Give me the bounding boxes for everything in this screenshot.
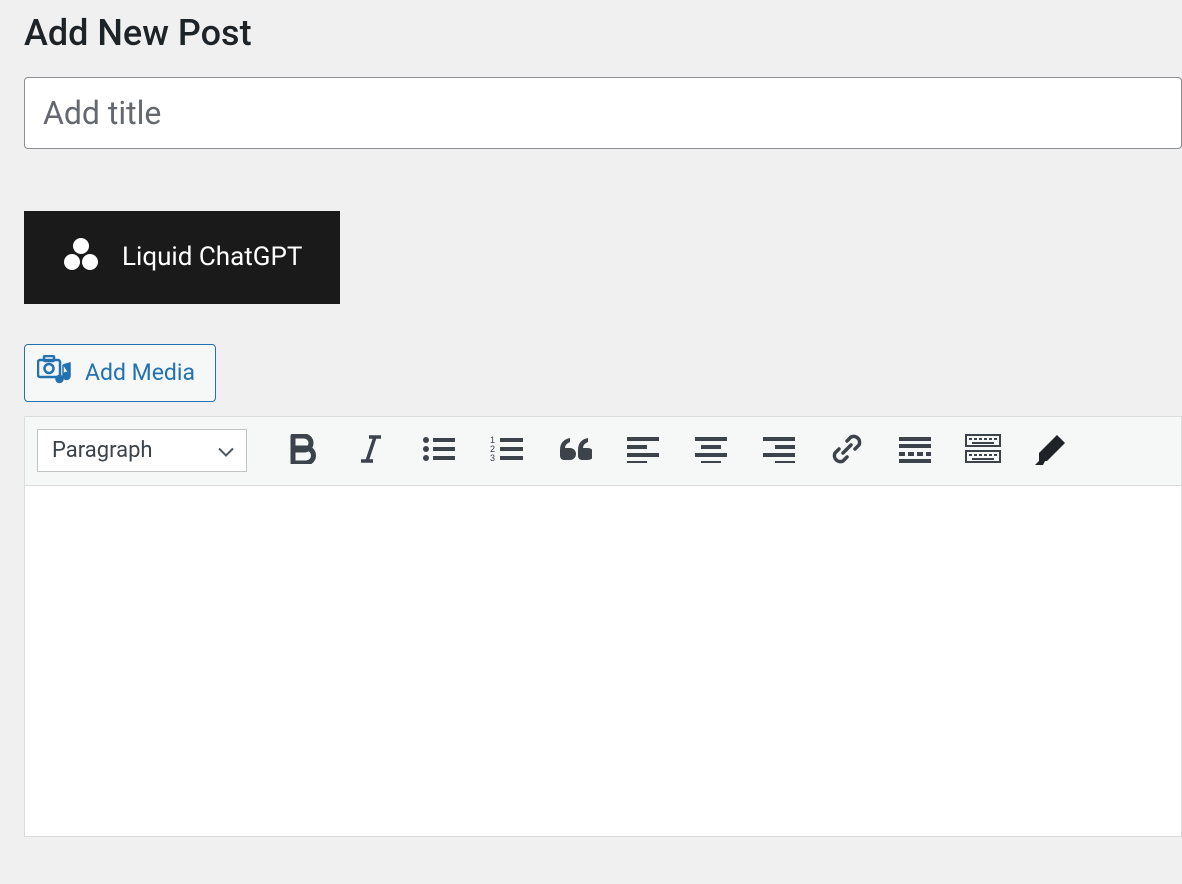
italic-icon [359, 434, 383, 467]
numbered-list-button[interactable]: 1 2 3 [483, 427, 531, 475]
format-select-value: Paragraph [52, 438, 153, 463]
bold-button[interactable] [279, 427, 327, 475]
editor-toolbar: Paragraph [25, 417, 1181, 486]
liquid-button-label: Liquid ChatGPT [122, 242, 302, 272]
liquid-chatgpt-button[interactable]: Liquid ChatGPT [24, 211, 340, 304]
title-input[interactable] [24, 77, 1182, 149]
bold-icon [289, 434, 317, 467]
editor-content[interactable] [25, 486, 1181, 836]
align-center-icon [695, 435, 727, 466]
add-media-button[interactable]: Add Media [24, 344, 216, 402]
read-more-button[interactable] [891, 427, 939, 475]
highlighter-icon [1033, 432, 1069, 469]
svg-text:3: 3 [490, 453, 495, 463]
read-more-icon [899, 435, 931, 466]
title-input-wrap [24, 77, 1182, 149]
link-icon [830, 432, 864, 469]
numbered-list-icon: 1 2 3 [490, 435, 524, 466]
align-right-icon [763, 435, 795, 466]
editor-wrap: Paragraph [24, 416, 1182, 837]
toolbar-toggle-button[interactable] [959, 427, 1007, 475]
liquid-icon [62, 237, 100, 278]
keyboard-icon [965, 434, 1001, 467]
bullet-list-icon [422, 435, 456, 466]
align-left-button[interactable] [619, 427, 667, 475]
link-button[interactable] [823, 427, 871, 475]
add-media-label: Add Media [85, 359, 195, 386]
chevron-down-icon [218, 438, 234, 463]
camera-music-icon [37, 355, 73, 391]
blockquote-button[interactable] [551, 427, 599, 475]
italic-button[interactable] [347, 427, 395, 475]
page-title: Add New Post [24, 10, 1182, 57]
quote-icon [558, 436, 592, 465]
format-select[interactable]: Paragraph [37, 429, 247, 472]
highlighter-button[interactable] [1027, 427, 1075, 475]
align-left-icon [627, 435, 659, 466]
bullet-list-button[interactable] [415, 427, 463, 475]
align-center-button[interactable] [687, 427, 735, 475]
align-right-button[interactable] [755, 427, 803, 475]
